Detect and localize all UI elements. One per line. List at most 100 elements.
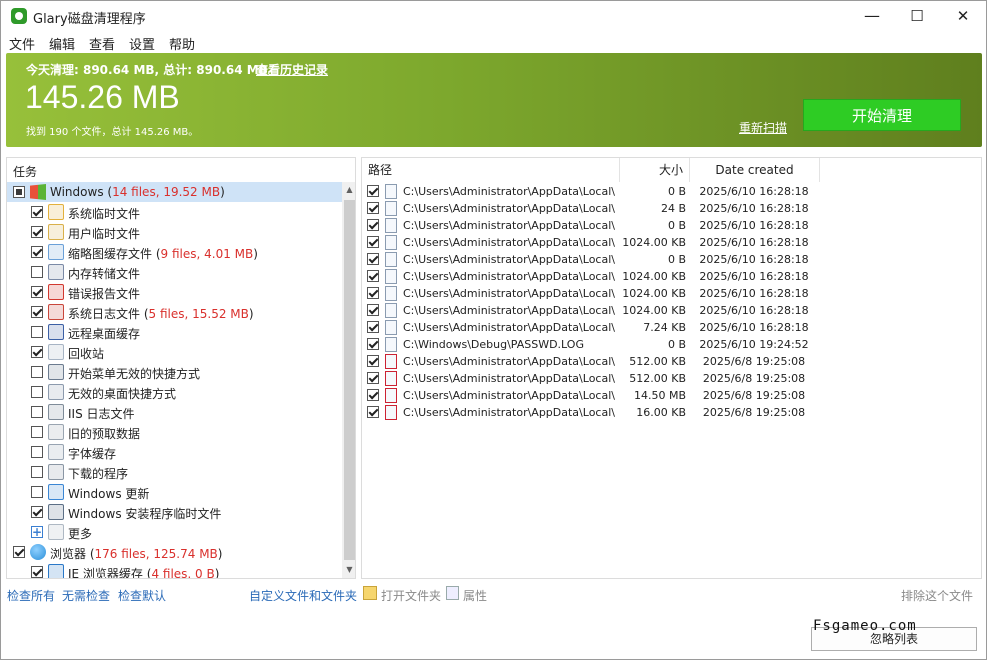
file-row[interactable]: C:\Users\Administrator\AppData\Local\Mi.… xyxy=(362,200,822,217)
check-all-link[interactable]: 检查所有 xyxy=(7,587,55,604)
file-row[interactable]: C:\Users\Administrator\AppData\Local\Mi.… xyxy=(362,302,822,319)
task-row[interactable]: IIS 日志文件 xyxy=(7,402,343,422)
file-size: 16.00 KB xyxy=(620,406,686,419)
task-row[interactable]: 旧的预取数据 xyxy=(7,422,343,442)
menu-help[interactable]: 帮助 xyxy=(169,34,195,53)
file-row[interactable]: C:\Users\Administrator\AppData\Local\Mi.… xyxy=(362,234,822,251)
file-checkbox[interactable] xyxy=(367,185,379,197)
task-checkbox[interactable] xyxy=(31,426,43,438)
expand-icon[interactable]: + xyxy=(31,526,43,538)
file-row[interactable]: C:\Users\Administrator\AppData\Local\Mi.… xyxy=(362,285,822,302)
start-clean-button[interactable]: 开始清理 xyxy=(803,99,961,131)
task-row[interactable]: 无效的桌面快捷方式 xyxy=(7,382,343,402)
file-row[interactable]: C:\Users\Administrator\AppData\Local\Mi.… xyxy=(362,404,822,421)
file-checkbox[interactable] xyxy=(367,270,379,282)
task-checkbox[interactable] xyxy=(31,566,43,578)
scroll-up-icon[interactable]: ▲ xyxy=(342,182,356,198)
task-scrollbar[interactable]: ▲ ▼ xyxy=(342,182,356,578)
task-panel: 任务 Windows (14 files, 19.52 MB)系统临时文件用户临… xyxy=(6,157,356,579)
custom-files-link[interactable]: 自定义文件和文件夹 xyxy=(249,587,357,604)
task-checkbox[interactable] xyxy=(31,286,43,298)
task-checkbox[interactable] xyxy=(13,186,25,198)
task-checkbox[interactable] xyxy=(31,346,43,358)
task-row[interactable]: 错误报告文件 xyxy=(7,282,343,302)
task-checkbox[interactable] xyxy=(31,226,43,238)
task-row[interactable]: Windows (14 files, 19.52 MB) xyxy=(7,182,343,202)
task-checkbox[interactable] xyxy=(31,326,43,338)
task-row[interactable]: 浏览器 (176 files, 125.74 MB) xyxy=(7,542,343,562)
file-checkbox[interactable] xyxy=(367,202,379,214)
file-checkbox[interactable] xyxy=(367,219,379,231)
task-row[interactable]: 开始菜单无效的快捷方式 xyxy=(7,362,343,382)
task-checkbox[interactable] xyxy=(31,306,43,318)
menu-edit[interactable]: 编辑 xyxy=(49,34,75,53)
menu-file[interactable]: 文件 xyxy=(9,34,35,53)
rescan-link[interactable]: 重新扫描 xyxy=(739,119,787,136)
scroll-down-icon[interactable]: ▼ xyxy=(342,562,356,578)
task-row[interactable]: 缩略图缓存文件 (9 files, 4.01 MB) xyxy=(7,242,343,262)
file-row[interactable]: C:\Windows\Debug\PASSWD.LOG0 B2025/6/10 … xyxy=(362,336,822,353)
file-row[interactable]: C:\Users\Administrator\AppData\Local\Mi.… xyxy=(362,387,822,404)
file-checkbox[interactable] xyxy=(367,338,379,350)
file-row[interactable]: C:\Users\Administrator\AppData\Local\Mi.… xyxy=(362,183,822,200)
file-checkbox[interactable] xyxy=(367,389,379,401)
file-row[interactable]: C:\Users\Administrator\AppData\Local\Mi.… xyxy=(362,319,822,336)
task-checkbox[interactable] xyxy=(31,466,43,478)
task-row[interactable]: 用户临时文件 xyxy=(7,222,343,242)
task-name: IE 浏览器缓存 xyxy=(68,567,143,579)
file-row[interactable]: C:\Users\Administrator\AppData\Local\Mi.… xyxy=(362,251,822,268)
task-checkbox[interactable] xyxy=(31,386,43,398)
properties-button[interactable]: 属性 xyxy=(463,587,487,604)
task-checkbox[interactable] xyxy=(31,506,43,518)
task-checkbox[interactable] xyxy=(31,366,43,378)
task-row[interactable]: Windows 更新 xyxy=(7,482,343,502)
file-checkbox[interactable] xyxy=(367,304,379,316)
open-folder-button[interactable]: 打开文件夹 xyxy=(381,587,441,604)
file-checkbox[interactable] xyxy=(367,236,379,248)
column-path[interactable]: 路径 xyxy=(362,158,620,182)
file-row[interactable]: C:\Users\Administrator\AppData\Local\Mi.… xyxy=(362,370,822,387)
task-row[interactable]: 远程桌面缓存 xyxy=(7,322,343,342)
file-checkbox[interactable] xyxy=(367,406,379,418)
task-count-close: ) xyxy=(220,185,225,199)
maximize-button[interactable]: ☐ xyxy=(894,1,940,31)
file-checkbox[interactable] xyxy=(367,321,379,333)
prefetch-icon xyxy=(48,424,64,440)
menu-view[interactable]: 查看 xyxy=(89,34,115,53)
file-checkbox[interactable] xyxy=(367,355,379,367)
task-row[interactable]: 系统日志文件 (5 files, 15.52 MB) xyxy=(7,302,343,322)
task-row[interactable]: 内存转储文件 xyxy=(7,262,343,282)
file-checkbox[interactable] xyxy=(367,287,379,299)
close-button[interactable]: ✕ xyxy=(940,1,986,31)
task-checkbox[interactable] xyxy=(31,266,43,278)
bottom-toolbar: 检查所有 无需检查 检查默认 自定义文件和文件夹 打开文件夹 属性 排除这个文件 xyxy=(1,581,986,607)
menu-settings[interactable]: 设置 xyxy=(129,34,155,53)
task-row[interactable]: 回收站 xyxy=(7,342,343,362)
task-row[interactable]: 字体缓存 xyxy=(7,442,343,462)
task-checkbox[interactable] xyxy=(31,406,43,418)
task-name: 缩略图缓存文件 xyxy=(68,247,152,261)
task-checkbox[interactable] xyxy=(31,446,43,458)
task-row[interactable]: IE 浏览器缓存 (4 files, 0 B) xyxy=(7,562,343,579)
task-row[interactable]: +更多 xyxy=(7,522,343,542)
exclude-file-button[interactable]: 排除这个文件 xyxy=(901,587,973,604)
task-checkbox[interactable] xyxy=(31,486,43,498)
file-row[interactable]: C:\Users\Administrator\AppData\Local\Mi.… xyxy=(362,353,822,370)
file-row[interactable]: C:\Users\Administrator\AppData\Local\Mi.… xyxy=(362,268,822,285)
check-default-link[interactable]: 检查默认 xyxy=(118,587,166,604)
task-row[interactable]: 系统临时文件 xyxy=(7,202,343,222)
scroll-thumb[interactable] xyxy=(344,200,355,560)
task-checkbox[interactable] xyxy=(31,206,43,218)
task-checkbox[interactable] xyxy=(31,246,43,258)
task-row[interactable]: 下载的程序 xyxy=(7,462,343,482)
column-date[interactable]: Date created xyxy=(690,158,820,182)
file-checkbox[interactable] xyxy=(367,372,379,384)
history-link[interactable]: 查看历史记录 xyxy=(256,61,328,78)
minimize-button[interactable]: — xyxy=(849,1,895,31)
task-checkbox[interactable] xyxy=(13,546,25,558)
file-row[interactable]: C:\Users\Administrator\AppData\Local\Mi.… xyxy=(362,217,822,234)
check-none-link[interactable]: 无需检查 xyxy=(62,587,110,604)
column-size[interactable]: 大小 xyxy=(620,158,690,182)
task-row[interactable]: Windows 安装程序临时文件 xyxy=(7,502,343,522)
file-checkbox[interactable] xyxy=(367,253,379,265)
